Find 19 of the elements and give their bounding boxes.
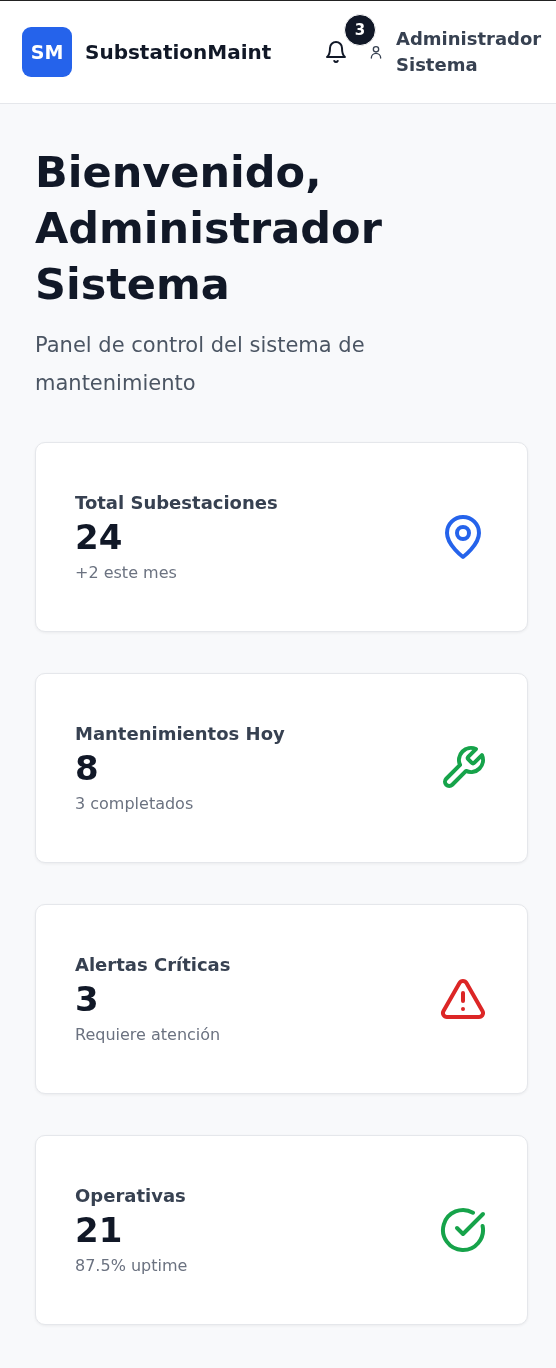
- stat-value: 8: [75, 748, 100, 788]
- stat-label: Mantenimientos Hoy: [75, 723, 285, 744]
- logo: SM: [22, 27, 72, 77]
- app-name: SubstationMaint: [85, 40, 272, 64]
- stat-note: +2 este mes: [75, 563, 178, 582]
- stat-value: 24: [75, 517, 124, 557]
- stat-note: Requiere atención: [75, 1025, 222, 1044]
- user-icon: [368, 44, 384, 60]
- welcome-subtitle: Panel de control del sistema de mantenimiento: [35, 332, 366, 397]
- bell-icon: [324, 40, 348, 64]
- stat-label: Total Subestaciones: [75, 492, 278, 513]
- notification-count: 3: [344, 14, 376, 46]
- stat-label: Alertas Críticas: [75, 954, 231, 975]
- stat-label: Operativas: [75, 1185, 187, 1206]
- stat-note: 87.5% uptime: [75, 1256, 188, 1275]
- stat-value: 3: [75, 979, 100, 1019]
- stat-note: 3 completados: [75, 794, 195, 813]
- welcome-heading: Bienvenido, Administrador Sistema: [35, 146, 383, 311]
- stat-value: 21: [75, 1210, 124, 1250]
